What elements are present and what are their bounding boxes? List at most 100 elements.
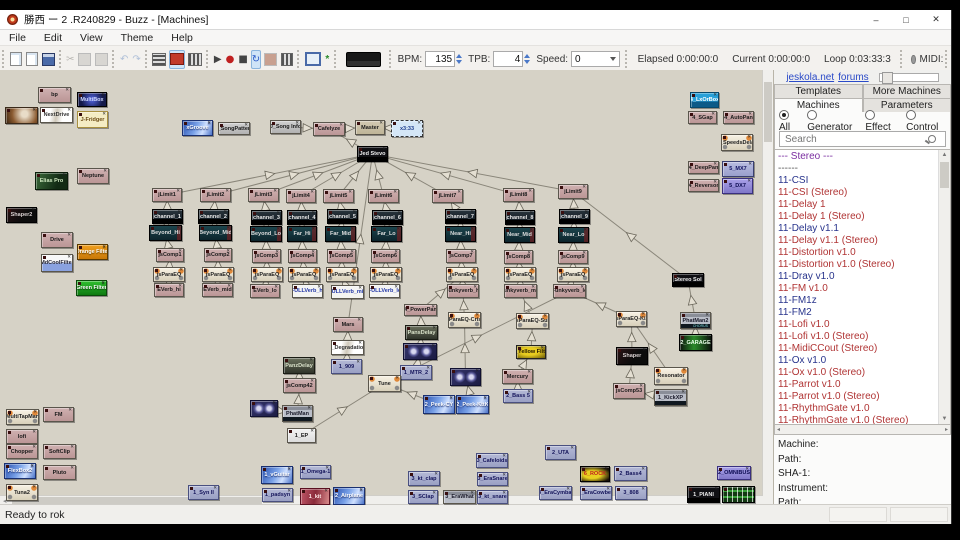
- mute-dot-icon[interactable]: [45, 409, 48, 412]
- paste-button[interactable]: [94, 50, 109, 69]
- machine-node-ssol[interactable]: Stereo Sol ✕: [672, 273, 704, 287]
- delete-machine-icon[interactable]: ✕: [30, 464, 34, 469]
- mute-dot-icon[interactable]: [264, 490, 267, 493]
- machine-node-flex[interactable]: FlexBox2 ✕: [4, 463, 36, 479]
- preferences-button[interactable]: *: [324, 50, 331, 69]
- mute-dot-icon[interactable]: [8, 486, 11, 489]
- delete-machine-icon[interactable]: ✕: [275, 250, 279, 255]
- machine-node-ch3[interactable]: channel_3 ✕: [251, 210, 282, 225]
- machine-node-eq1[interactable]: jsParaEQ ✕: [153, 267, 185, 282]
- mute-dot-icon[interactable]: [206, 250, 209, 253]
- mute-dot-icon[interactable]: [559, 269, 562, 272]
- mute-dot-icon[interactable]: [506, 229, 509, 232]
- machine-node-pads[interactable]: 1_padsyn ✕: [262, 488, 293, 502]
- mute-dot-icon[interactable]: [541, 488, 544, 491]
- delete-machine-icon[interactable]: ✕: [394, 250, 398, 255]
- menu-item-view[interactable]: View: [71, 32, 112, 44]
- mute-dot-icon[interactable]: [478, 455, 481, 458]
- machine-node-c3[interactable]: jsComp3 ✕: [252, 249, 281, 263]
- delete-machine-icon[interactable]: ✕: [317, 285, 321, 290]
- mute-dot-icon[interactable]: [204, 285, 207, 288]
- pattern-view-button[interactable]: [151, 50, 167, 69]
- delete-machine-icon[interactable]: ✕: [582, 251, 586, 256]
- mute-dot-icon[interactable]: [674, 275, 677, 278]
- machine-node-ch4[interactable]: channel_4 ✕: [287, 210, 317, 225]
- redo-button[interactable]: ↷: [131, 50, 141, 69]
- mute-dot-icon[interactable]: [151, 227, 154, 230]
- delete-machine-icon[interactable]: ✕: [580, 285, 584, 290]
- scroll-thumb[interactable]: [940, 162, 949, 188]
- delete-machine-icon[interactable]: ✕: [396, 227, 400, 232]
- mute-dot-icon[interactable]: [518, 315, 521, 318]
- delete-machine-icon[interactable]: ✕: [502, 491, 506, 496]
- delete-machine-icon[interactable]: ✕: [213, 486, 217, 491]
- delete-machine-icon[interactable]: ✕: [449, 396, 453, 401]
- delete-machine-icon[interactable]: ✕: [434, 472, 438, 477]
- machine-node-eq6[interactable]: jsParaEQ ✕: [370, 267, 402, 282]
- delete-machine-icon[interactable]: ✕: [324, 489, 328, 494]
- delete-machine-icon[interactable]: ✕: [641, 487, 645, 492]
- delete-machine-icon[interactable]: ✕: [67, 233, 71, 238]
- canvas-vertical-scrollbar[interactable]: [762, 70, 773, 505]
- delete-machine-icon[interactable]: ✕: [745, 467, 749, 472]
- mute-dot-icon[interactable]: [289, 430, 292, 433]
- mute-dot-icon[interactable]: [555, 286, 558, 289]
- delete-machine-icon[interactable]: ✕: [713, 162, 717, 167]
- machine-node-apan[interactable]: 4_AutoPan ✕: [723, 111, 754, 124]
- delete-machine-icon[interactable]: ✕: [641, 312, 645, 317]
- machine-node-ktcl[interactable]: 3_kt_clap ✕: [408, 471, 440, 486]
- machine-node-m909[interactable]: 1_909 ✕: [331, 359, 362, 374]
- machine-node-tuna2[interactable]: Tuna2 ✕: [6, 484, 38, 501]
- machine-node-lofi[interactable]: lofi ✕: [6, 429, 38, 444]
- machine-node-ev3[interactable]: EVerb_lo ✕: [250, 284, 280, 298]
- delete-machine-icon[interactable]: ✕: [65, 88, 69, 93]
- delete-machine-icon[interactable]: ✕: [502, 473, 506, 478]
- machine-node-eq9[interactable]: jsParaEQ ✕: [557, 267, 589, 282]
- delete-machine-icon[interactable]: ✕: [641, 467, 645, 472]
- machine-node-ppan[interactable]: 4_PowerPan ✕: [404, 304, 437, 316]
- machine-view-canvas[interactable]: bp ✕ MultiBox ✕ ✕ NextDrive ✕ J-Fridger ✕ Neptune…: [0, 70, 774, 505]
- record-mode-button[interactable]: [263, 50, 278, 69]
- mute-dot-icon[interactable]: [333, 287, 336, 290]
- machine-node-ecym[interactable]: 3_EraCymbal ✕: [539, 486, 572, 500]
- machine-node-rev[interactable]: 4_Reversor ✕: [688, 179, 719, 192]
- delete-machine-icon[interactable]: ✕: [272, 401, 276, 406]
- machine-node-garage[interactable]: 2_GARAGE ✕: [679, 334, 712, 351]
- list-item[interactable]: 11-MidiCCout (Stereo): [778, 343, 939, 355]
- machine-node-pansd[interactable]: PansDelay ✕: [405, 325, 438, 340]
- machine-node-lxor[interactable]: 4_LxOrBox ✕: [690, 92, 719, 108]
- machine-node-ch6[interactable]: channel_6 ✕: [372, 210, 403, 225]
- mute-dot-icon[interactable]: [616, 468, 619, 471]
- machine-node-c2[interactable]: jsComp2 ✕: [204, 248, 232, 262]
- machine-node-fm[interactable]: FM ✕: [43, 407, 74, 422]
- list-item[interactable]: 11-Delay v1.1 (Stereo): [778, 235, 939, 247]
- list-item[interactable]: 11-FM v1.0: [778, 283, 939, 295]
- search-box[interactable]: [779, 131, 946, 147]
- mute-dot-icon[interactable]: [335, 489, 338, 492]
- delete-machine-icon[interactable]: ✕: [352, 210, 356, 215]
- mute-dot-icon[interactable]: [43, 234, 46, 237]
- tab-templates[interactable]: Templates: [774, 84, 863, 98]
- delete-machine-icon[interactable]: ✕: [527, 390, 531, 395]
- delete-machine-icon[interactable]: ✕: [68, 408, 72, 413]
- delete-machine-icon[interactable]: ✕: [527, 370, 531, 375]
- list-item[interactable]: 11-Delay 1 (Stereo): [778, 211, 939, 223]
- keyjazz-button[interactable]: [280, 50, 294, 69]
- delete-machine-icon[interactable]: ✕: [747, 135, 751, 140]
- scroll-left-icon[interactable]: ◂: [777, 426, 780, 433]
- machine-node-pluto[interactable]: Pluto ✕: [43, 465, 76, 480]
- delete-machine-icon[interactable]: ✕: [273, 189, 277, 194]
- mute-dot-icon[interactable]: [79, 246, 82, 249]
- delete-machine-icon[interactable]: ✕: [67, 108, 71, 113]
- delete-machine-icon[interactable]: ✕: [226, 226, 230, 231]
- machine-node-mtap[interactable]: MultiTapMan ✕: [6, 409, 39, 425]
- mute-dot-icon[interactable]: [158, 250, 161, 253]
- list-item[interactable]: 11-RhythmGate v1.0: [778, 403, 939, 415]
- mute-dot-icon[interactable]: [479, 474, 482, 477]
- delete-machine-icon[interactable]: ✕: [227, 284, 231, 289]
- mute-dot-icon[interactable]: [371, 286, 374, 289]
- mute-dot-icon[interactable]: [79, 170, 82, 173]
- machine-node-c6[interactable]: jsComp6 ✕: [371, 249, 400, 263]
- machine-node-eqkix[interactable]: jsParaEQ-KiX✕: [616, 311, 647, 327]
- undo-button[interactable]: ↶: [119, 50, 129, 69]
